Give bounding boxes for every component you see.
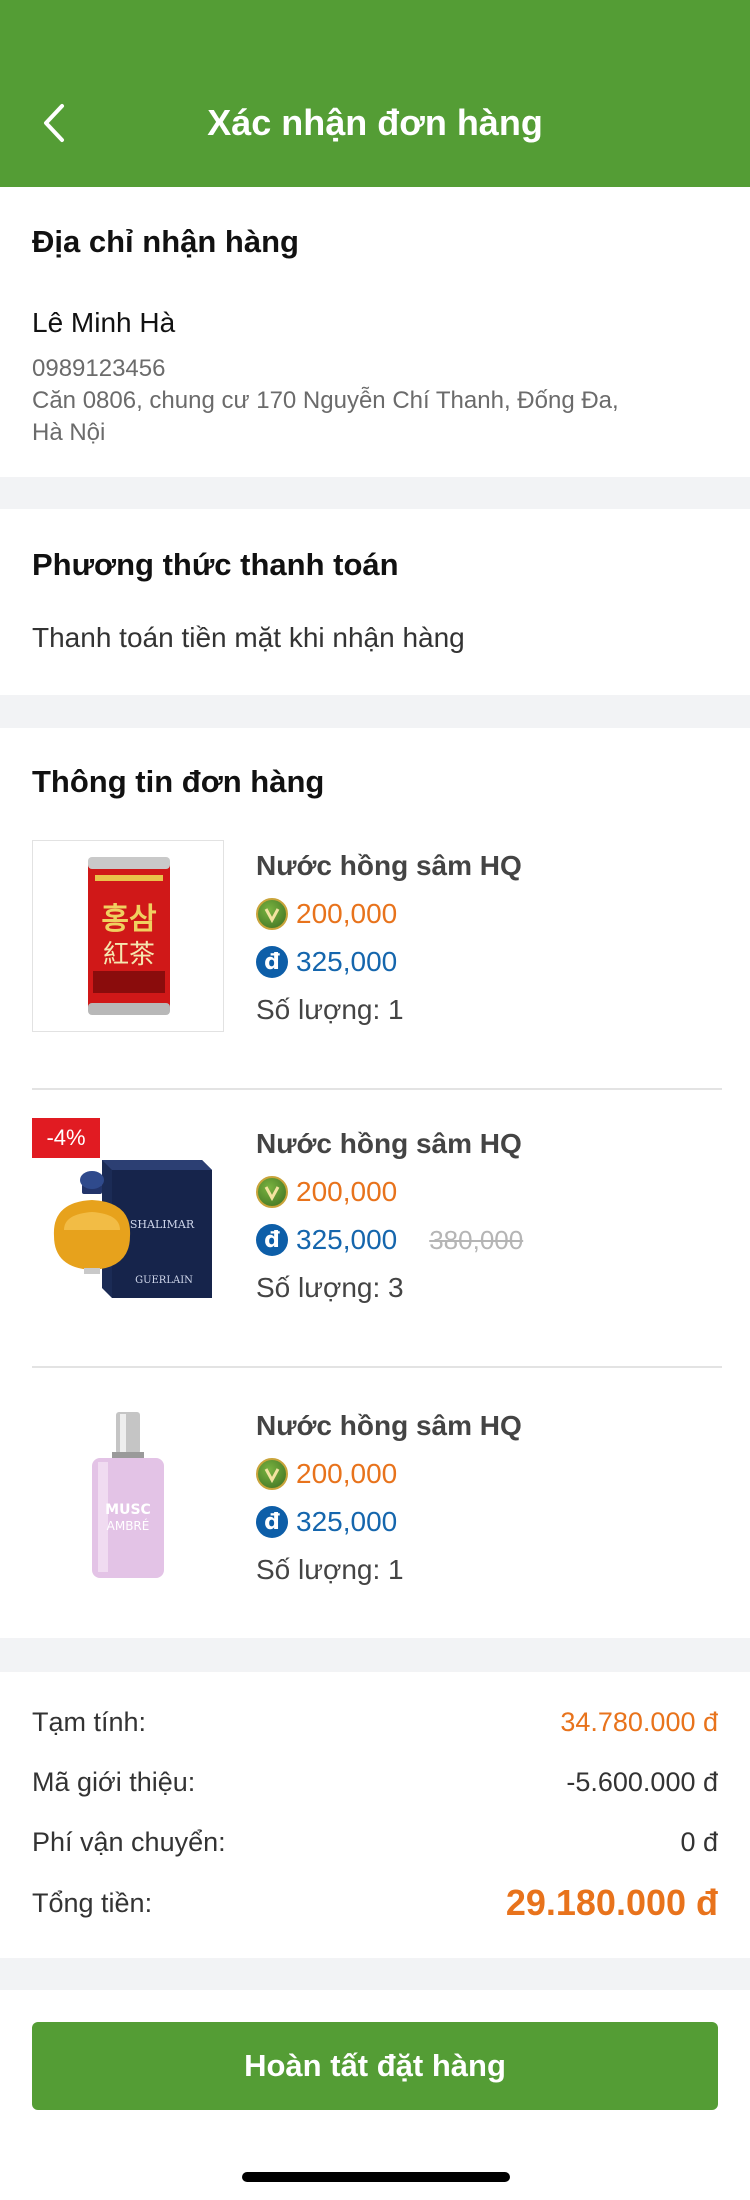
v-coin-icon [256,1458,288,1490]
referral-value: -5.600.000 đ [566,1766,718,1797]
payment-section: Phương thức thanh toán [0,509,750,695]
item-quantity: Số lượng: 1 [256,994,404,1025]
box-brand-text: SHALIMAR [130,1218,195,1231]
cash-price-row: đ 325,000 [256,1504,397,1540]
points-price: 200,000 [296,1176,398,1207]
section-gap [0,1958,750,1990]
dong-currency-icon: đ [256,1224,288,1256]
cash-price: 325,000 [296,1224,398,1255]
dong-currency-icon: đ [256,946,288,978]
points-price: 200,000 [296,1458,398,1489]
total-row: Tổng tiền: 29.180.000 đ [32,1880,718,1926]
cash-price: 325,000 [296,946,398,977]
address-section-title: Địa chỉ nhận hàng [32,224,299,259]
subtotal-value: 34.780.000 đ [560,1706,718,1737]
box-maker-text: GUERLAIN [135,1275,193,1286]
original-price: 380,000 [429,1224,524,1255]
v-coin-icon [256,1176,288,1208]
total-label: Tổng tiền: [32,1887,153,1918]
app-header: Xác nhận đơn hàng [0,0,750,187]
bottle-label-line1: MUSC [105,1502,151,1518]
referral-label: Mã giới thiệu: [32,1766,196,1797]
product-image-ginseng-can: 홍삼 紅茶 [32,840,224,1032]
points-price-row: 200,000 [256,1174,397,1210]
subtotal-label: Tạm tính: [32,1706,147,1737]
referral-row: Mã giới thiệu: -5.600.000 đ [32,1762,718,1802]
shipping-label: Phí vận chuyển: [32,1826,226,1857]
home-indicator [242,2172,510,2182]
item-divider [32,1366,722,1368]
payment-method: Thanh toán tiền mặt khi nhận hàng [32,622,465,653]
cash-price: 325,000 [296,1506,398,1537]
complete-order-button[interactable]: Hoàn tất đặt hàng [32,2022,718,2110]
dong-currency-icon: đ [256,1506,288,1538]
section-gap [0,695,750,728]
product-name: Nước hồng sâm HQ [256,1128,522,1159]
discount-badge: -4% [32,1118,100,1158]
total-value: 29.180.000 đ [505,1882,718,1923]
recipient-address: Căn 0806, chung cư 170 Nguyễn Chí Thanh,… [32,387,619,446]
recipient-name: Lê Minh Hà [32,307,176,338]
product-name: Nước hồng sâm HQ [256,1410,522,1441]
cash-price-row: đ 325,000 [256,944,397,980]
cash-price-row: đ 325,000 380,000 [256,1222,523,1258]
item-quantity: Số lượng: 3 [256,1272,404,1303]
payment-section-title: Phương thức thanh toán [32,547,399,582]
can-hangul-text: 홍삼 [101,902,157,937]
v-coin-icon [256,898,288,930]
section-gap [0,1638,750,1672]
can-hanja-text: 紅茶 [103,940,155,970]
bottle-label-line2: AMBRÉ [107,1518,150,1533]
recipient-phone: 0989123456 [32,355,166,382]
product-image-musk-perfume: MUSC AMBRÉ [32,1400,224,1592]
shipping-value: 0 đ [680,1826,718,1857]
page-title: Xác nhận đơn hàng [207,102,543,143]
order-item[interactable]: SHALIMAR GUERLAIN -4% Nước hồng sâm HQ 2… [32,1118,722,1348]
order-item[interactable]: 홍삼 紅茶 Nước hồng sâm HQ 200,000 đ 325,000… [32,840,722,1070]
section-gap [0,477,750,509]
points-price-row: 200,000 [256,896,397,932]
order-section-title: Thông tin đơn hàng [32,764,325,799]
item-divider [32,1088,722,1090]
product-name: Nước hồng sâm HQ [256,850,522,881]
subtotal-row: Tạm tính: 34.780.000 đ [32,1702,718,1742]
item-quantity: Số lượng: 1 [256,1554,404,1585]
order-item[interactable]: MUSC AMBRÉ Nước hồng sâm HQ 200,000 đ 32… [32,1400,722,1630]
shipping-row: Phí vận chuyển: 0 đ [32,1822,718,1862]
points-price-row: 200,000 [256,1456,397,1492]
points-price: 200,000 [296,898,398,929]
